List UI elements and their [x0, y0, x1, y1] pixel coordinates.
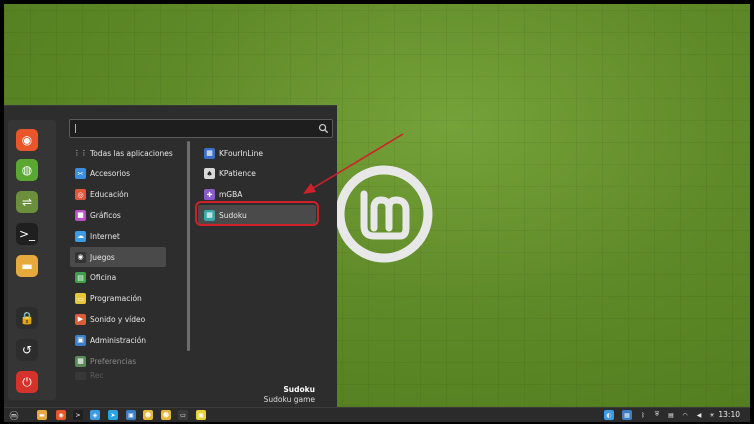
grid-icon: ⋮⋮: [73, 147, 88, 159]
app-item[interactable]: ♠ KPatience: [198, 164, 316, 184]
telegram-icon[interactable]: ➤: [108, 410, 118, 420]
category-label: Internet: [90, 231, 120, 241]
selected-app-description: Sudoku game: [263, 395, 315, 404]
app-label: KPatience: [219, 169, 256, 179]
firefox-icon[interactable]: ◉: [16, 129, 38, 151]
bluetooth-icon[interactable]: ᛒ: [638, 410, 648, 420]
sound-video-icon: ▶: [75, 313, 86, 325]
accessories-icon: ✂: [75, 168, 86, 180]
category-scrollbar[interactable]: [187, 141, 190, 351]
category-item[interactable]: ▭ Programación: [70, 289, 166, 309]
linux-mint-logo-icon: [335, 165, 433, 263]
category-item[interactable]: ▦ Preferencias: [70, 351, 166, 371]
administration-icon: ▣: [75, 334, 86, 346]
category-item[interactable]: ■ Gráficos: [70, 205, 166, 225]
lock-icon[interactable]: 🔒: [16, 307, 38, 329]
volume-icon[interactable]: ◀: [694, 410, 704, 420]
app-taskbar-icon-2[interactable]: ▣: [126, 410, 136, 420]
category-label: Accesorios: [90, 169, 131, 179]
graphics-icon: ■: [75, 209, 86, 221]
preferences-icon: ▦: [75, 355, 86, 367]
terminal-icon[interactable]: >_: [16, 223, 38, 245]
wifi-icon[interactable]: ◠: [680, 410, 690, 420]
app-label: KFourInLine: [219, 148, 263, 158]
firefox-taskbar-icon[interactable]: ◉: [56, 410, 66, 420]
chromium-icon[interactable]: ◍: [16, 159, 38, 181]
kfourinline-icon: ▦: [204, 147, 215, 159]
recent-icon: [75, 371, 86, 380]
kpatience-icon: ♠: [204, 168, 215, 180]
selected-app-title: Sudoku: [283, 385, 315, 394]
category-label: Oficina: [90, 273, 117, 283]
category-label: Todas las aplicaciones: [90, 148, 173, 158]
brightness-icon[interactable]: ☀: [707, 410, 717, 420]
tray-update-icon[interactable]: ▦: [622, 410, 632, 420]
application-menu: ⋮⋮Todas las aplicaciones ✂ Accesorios ◎ Educ…: [4, 105, 337, 408]
category-item[interactable]: ▶ Sonido y vídeo: [70, 309, 166, 329]
app-item[interactable]: ▦ KFourInLine: [198, 143, 316, 163]
mgba-icon: ✚: [204, 189, 215, 201]
category-label: Gráficos: [90, 210, 121, 220]
office-icon: ▤: [75, 272, 86, 284]
category-item[interactable]: Rec: [70, 371, 166, 380]
category-item[interactable]: ◎ Educación: [70, 185, 166, 205]
power-icon[interactable]: ⏻: [16, 371, 38, 393]
taskbar: ⓜ ▬ ◉ > ◈ ➤ ▣ ☻ ☻ ▭ ▣ ◐ ▦ ᛒ ⛨ ▤ ◠ ◀ ☀ 13:10: [4, 407, 750, 422]
search-icon[interactable]: [318, 123, 329, 134]
category-item[interactable]: ⋮⋮ Todas las aplicaciones: [70, 143, 173, 163]
menu-logo-icon[interactable]: ⓜ: [8, 409, 20, 422]
category-label: Programación: [90, 294, 142, 304]
category-label: Administración: [90, 335, 147, 345]
category-label: Sonido y vídeo: [90, 314, 146, 324]
app-taskbar-icon-3[interactable]: ☻: [143, 410, 153, 420]
monitor-icon[interactable]: ▭: [178, 410, 188, 420]
tray-app-icon[interactable]: ◐: [604, 410, 614, 420]
category-label: Preferencias: [90, 356, 137, 366]
annotation-highlight-ring: [195, 201, 319, 226]
app-taskbar-icon-1[interactable]: ◈: [90, 410, 100, 420]
app-taskbar-icon-4[interactable]: ☻: [161, 410, 171, 420]
clipboard-icon[interactable]: ▤: [666, 410, 676, 420]
category-label: Juegos: [90, 252, 115, 262]
category-item[interactable]: ✂ Accesorios: [70, 164, 166, 184]
shield-icon[interactable]: ⛨: [652, 410, 662, 420]
logout-icon[interactable]: ↺: [16, 339, 38, 361]
category-item[interactable]: ◉ Juegos: [70, 247, 166, 267]
category-item[interactable]: ▤ Oficina: [70, 268, 166, 288]
folder-icon[interactable]: ▬: [16, 255, 38, 277]
category-item[interactable]: ☁ Internet: [70, 226, 166, 246]
education-icon: ◎: [75, 189, 86, 201]
settings-toggle-icon[interactable]: ⇌: [16, 191, 38, 213]
category-label: Educación: [90, 190, 129, 200]
search-box[interactable]: [69, 119, 333, 138]
programming-icon: ▭: [75, 293, 86, 305]
internet-icon: ☁: [75, 230, 86, 242]
category-item[interactable]: ▣ Administración: [70, 330, 166, 350]
terminal-taskbar-icon[interactable]: >: [73, 410, 83, 420]
search-input[interactable]: [74, 120, 310, 137]
clock[interactable]: 13:10: [718, 410, 740, 419]
category-label: Rec: [90, 371, 104, 380]
files-icon[interactable]: ▬: [37, 410, 47, 420]
app-taskbar-icon-5[interactable]: ▣: [196, 410, 206, 420]
app-label: mGBA: [219, 190, 243, 200]
games-icon: ◉: [75, 251, 86, 263]
